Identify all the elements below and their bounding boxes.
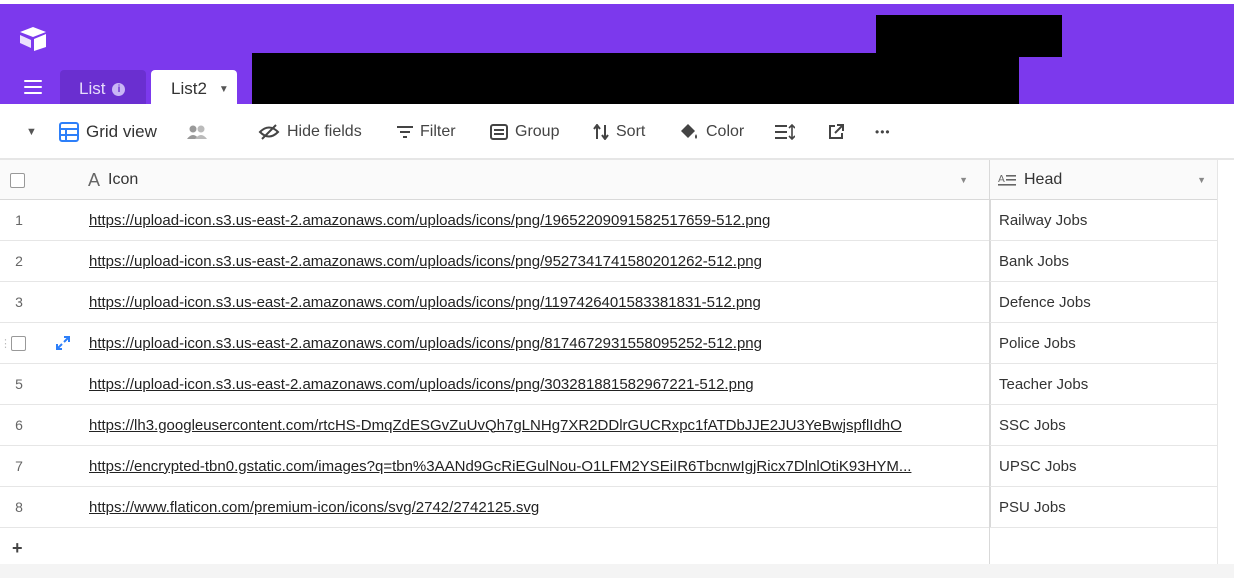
row-number: 8 xyxy=(15,499,23,515)
view-switcher[interactable]: Grid view xyxy=(59,104,157,160)
tab-list2[interactable]: List2 ▼ xyxy=(151,70,237,108)
table-row-hovered[interactable]: ⋮⋮ https://upload-icon.s3.us-east-2.amaz… xyxy=(0,323,1218,364)
table-row[interactable]: 3 https://upload-icon.s3.us-east-2.amazo… xyxy=(0,282,1218,323)
icon-cell[interactable]: https://upload-icon.s3.us-east-2.amazona… xyxy=(89,364,985,404)
redacted-block xyxy=(876,15,1062,57)
sort-button[interactable]: Sort xyxy=(593,104,645,160)
column-divider xyxy=(989,160,990,578)
chevron-down-icon[interactable]: ▼ xyxy=(959,175,968,185)
column-header-head[interactable]: A Head ▼ xyxy=(990,160,1218,200)
menu-icon[interactable] xyxy=(24,80,42,94)
icon-cell[interactable]: https://encrypted-tbn0.gstatic.com/image… xyxy=(89,446,985,486)
share-icon[interactable] xyxy=(828,104,851,160)
head-cell[interactable]: Police Jobs xyxy=(990,323,1218,363)
app-header: List i List2 ▼ xyxy=(0,0,1234,108)
svg-text:A: A xyxy=(998,174,1005,185)
column-title: Head xyxy=(1024,171,1063,188)
icon-cell[interactable]: https://upload-icon.s3.us-east-2.amazona… xyxy=(89,282,985,322)
logo-icon[interactable] xyxy=(17,24,49,52)
collaborators-icon[interactable] xyxy=(186,104,215,160)
group-button[interactable]: Group xyxy=(490,104,559,160)
view-toolbar: ▼ Grid view Hide fields Filter Group Sor… xyxy=(0,104,1234,160)
hide-fields-label: Hide fields xyxy=(287,123,362,140)
table-row[interactable]: 7 https://encrypted-tbn0.gstatic.com/ima… xyxy=(0,446,1218,487)
head-cell[interactable]: SSC Jobs xyxy=(990,405,1218,445)
filter-label: Filter xyxy=(420,123,456,140)
tab-list[interactable]: List i xyxy=(60,70,146,108)
head-cell[interactable]: Bank Jobs xyxy=(990,241,1218,281)
column-title: Icon xyxy=(108,171,139,188)
table-row[interactable]: 5 https://upload-icon.s3.us-east-2.amazo… xyxy=(0,364,1218,405)
table-row[interactable]: 2 https://upload-icon.s3.us-east-2.amazo… xyxy=(0,241,1218,282)
icon-cell[interactable]: https://upload-icon.s3.us-east-2.amazona… xyxy=(89,323,985,363)
sort-label: Sort xyxy=(616,123,646,140)
table-row[interactable]: 8 https://www.flaticon.com/premium-icon/… xyxy=(0,487,1218,528)
head-cell[interactable]: UPSC Jobs xyxy=(990,446,1218,486)
select-all-checkbox[interactable] xyxy=(10,160,25,200)
icon-cell[interactable]: https://upload-icon.s3.us-east-2.amazona… xyxy=(89,200,985,240)
long-text-icon: A xyxy=(998,174,1016,186)
row-number: 5 xyxy=(15,376,23,392)
column-header-icon[interactable]: A Icon ▼ xyxy=(88,160,978,200)
paint-bucket-icon xyxy=(681,124,697,139)
chevron-down-icon[interactable]: ▼ xyxy=(26,104,37,160)
head-cell[interactable]: Defence Jobs xyxy=(990,282,1218,322)
grid-footer xyxy=(0,564,1234,578)
head-cell[interactable]: Teacher Jobs xyxy=(990,364,1218,404)
filter-icon xyxy=(397,126,413,138)
filter-button[interactable]: Filter xyxy=(397,104,456,160)
row-number: 6 xyxy=(15,417,23,433)
view-name: Grid view xyxy=(86,122,157,141)
add-row[interactable]: + xyxy=(0,528,1218,569)
info-icon[interactable]: i xyxy=(112,82,126,96)
row-number: 1 xyxy=(15,212,23,228)
group-label: Group xyxy=(515,123,560,140)
color-label: Color xyxy=(706,123,745,140)
chevron-down-icon[interactable]: ▼ xyxy=(1197,175,1206,185)
more-options-button[interactable]: ••• xyxy=(875,104,891,160)
table-row[interactable]: 1 https://upload-icon.s3.us-east-2.amazo… xyxy=(0,200,1218,241)
head-cell[interactable]: Railway Jobs xyxy=(990,200,1218,240)
tab-label: List2 xyxy=(171,79,207,98)
tab-label: List xyxy=(79,79,106,98)
redacted-block xyxy=(252,53,1019,106)
row-number: 7 xyxy=(15,458,23,474)
row-number: 2 xyxy=(15,253,23,269)
icon-cell[interactable]: https://lh3.googleusercontent.com/rtcHS-… xyxy=(89,405,985,445)
sort-icon xyxy=(593,124,609,140)
add-record-icon[interactable]: + xyxy=(12,528,23,568)
drag-handle-icon[interactable]: ⋮⋮ xyxy=(0,323,8,363)
text-field-icon: A xyxy=(88,169,101,190)
grid-icon xyxy=(59,122,79,142)
grid-edge xyxy=(1217,160,1218,564)
icon-cell[interactable]: https://www.flaticon.com/premium-icon/ic… xyxy=(89,487,985,527)
row-number: 3 xyxy=(15,294,23,310)
hide-fields-button[interactable]: Hide fields xyxy=(258,104,362,160)
chevron-down-icon[interactable]: ▼ xyxy=(219,84,229,95)
icon-cell[interactable]: https://upload-icon.s3.us-east-2.amazona… xyxy=(89,241,985,281)
more-icon: ••• xyxy=(875,125,891,139)
head-cell[interactable]: PSU Jobs xyxy=(990,487,1218,527)
row-checkbox[interactable] xyxy=(11,323,26,363)
row-height-icon[interactable] xyxy=(775,104,802,160)
color-button[interactable]: Color xyxy=(679,104,744,160)
table-row[interactable]: 6 https://lh3.googleusercontent.com/rtcH… xyxy=(0,405,1218,446)
group-icon xyxy=(490,124,508,140)
eye-slash-icon xyxy=(258,124,280,140)
expand-record-icon[interactable] xyxy=(56,323,70,363)
